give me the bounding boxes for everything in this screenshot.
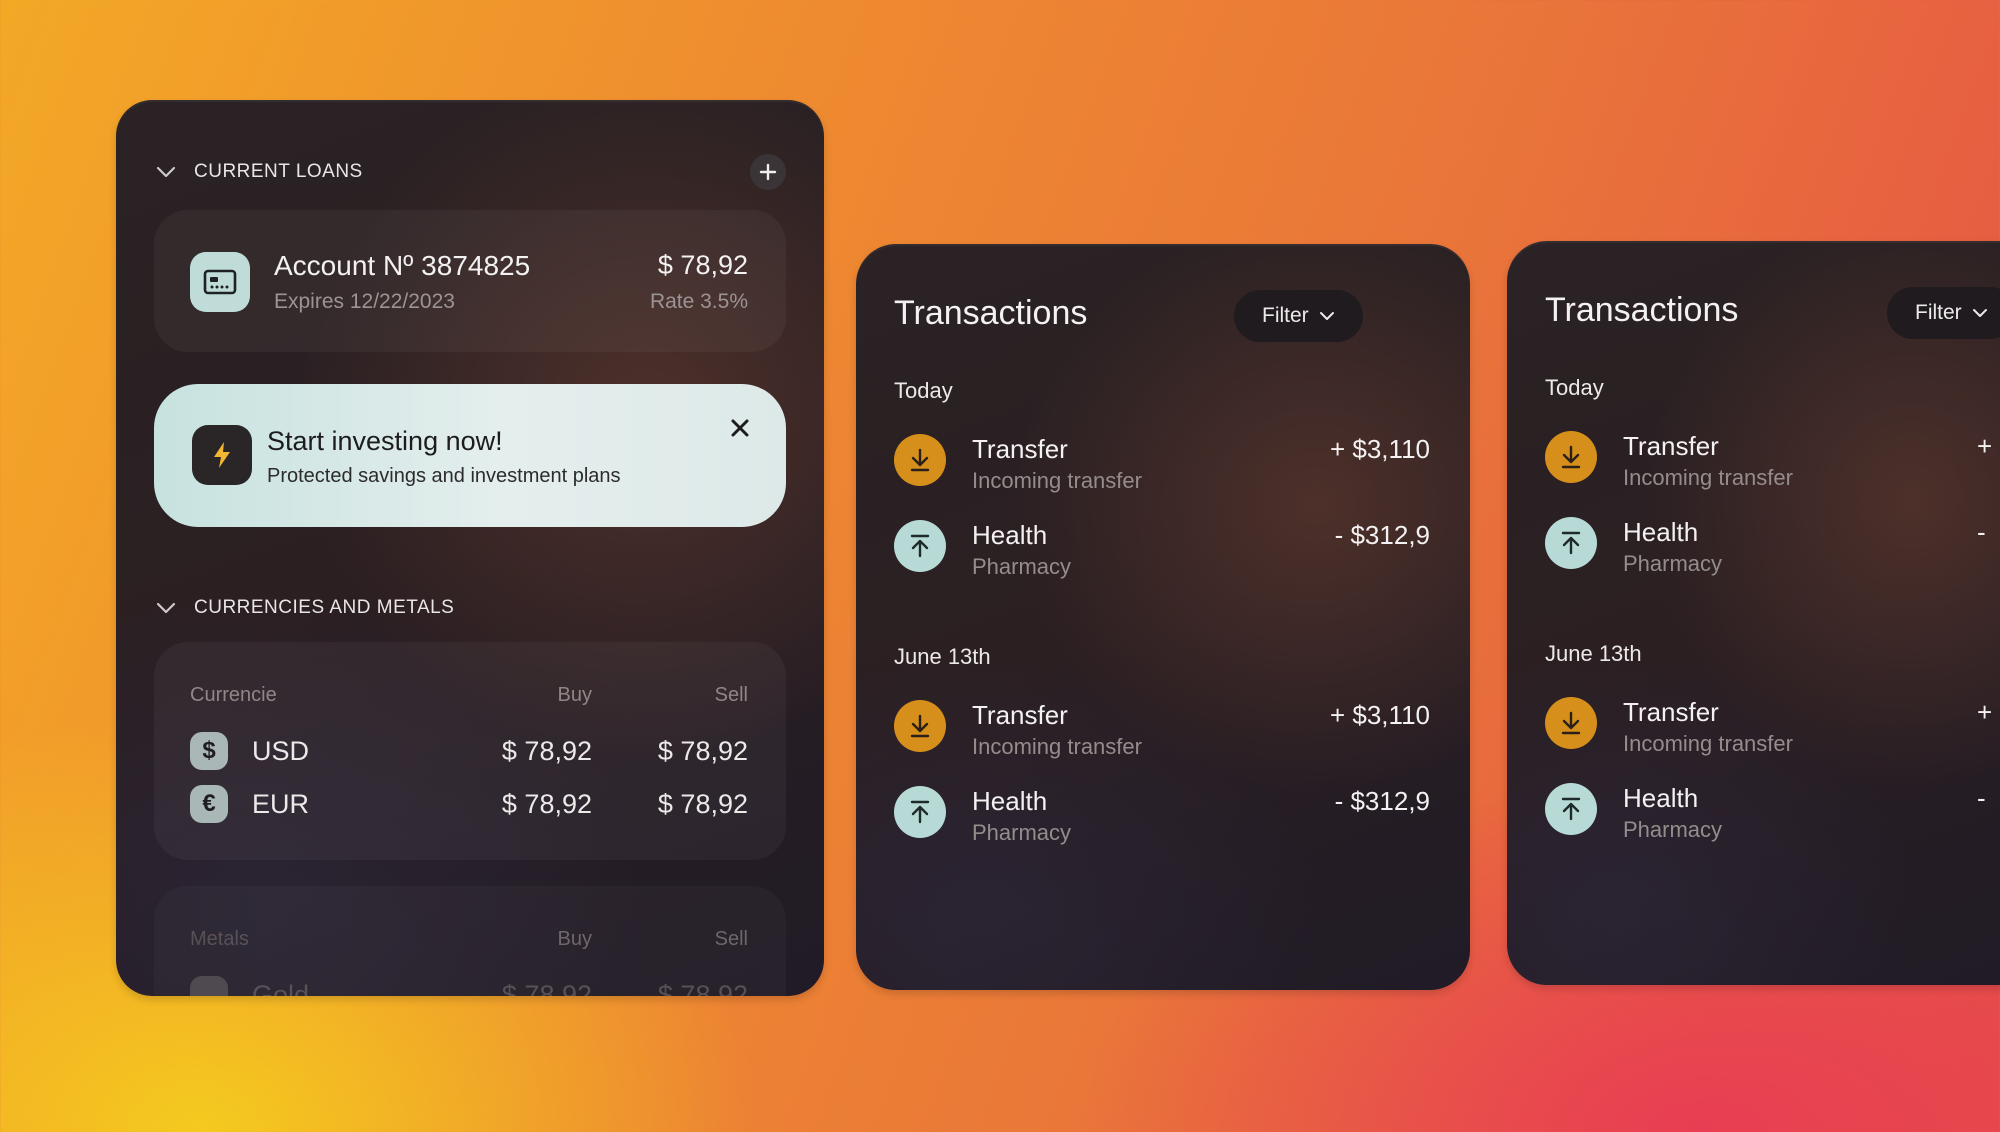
transaction-row[interactable]: Transfer Incoming transfer + $3,110 [856,700,1470,770]
buy-price: $ 78,92 [501,789,592,819]
currency-code: USD [252,736,310,766]
transaction-name: Transfer [1623,697,1719,727]
transaction-subtitle: Incoming transfer [1623,731,1793,756]
sell-price: $ 78,92 [657,736,748,766]
transaction-name: Health [972,520,1048,550]
column-header-buy: Buy [557,928,592,950]
chevron-down-icon [156,166,176,178]
card-icon [190,252,250,312]
download-icon [894,700,946,752]
dollar-icon: $ [190,732,228,770]
metal-name: Gold [252,980,310,996]
loan-expiry: Expires 12/22/2023 [274,290,455,313]
table-row[interactable]: $ USD $ 78,92 $ 78,92 [154,732,786,772]
loan-account-card[interactable]: Account Nº 3874825 Expires 12/22/2023 $ … [154,210,786,352]
currencies-header[interactable]: CURRENCIES AND METALS [154,596,454,620]
currencies-title: CURRENCIES AND METALS [194,597,455,618]
current-loans-title: CURRENT LOANS [194,161,363,182]
loan-amount: $ 78,92 [657,250,748,280]
transaction-name: Transfer [972,434,1068,464]
sell-price: $ 78,92 [657,789,748,819]
lightning-icon [192,425,252,485]
invest-promo-banner[interactable]: Start investing now! Protected savings a… [154,384,786,527]
download-icon [1545,697,1597,749]
buy-price: $ 78,92 [501,980,592,996]
transaction-amount: + $3,110 [1329,700,1430,730]
transaction-amount: + [1977,431,1993,461]
transaction-amount: - $312,9 [1334,520,1430,550]
transaction-name: Transfer [1623,431,1719,461]
transaction-amount: - $312,9 [1334,786,1430,816]
transaction-subtitle: Pharmacy [1623,551,1723,576]
column-header-currency: Currencie [190,684,277,706]
transaction-row[interactable]: Health Pharmacy - [1507,783,2000,853]
gold-icon [190,976,228,996]
transaction-amount: - [1977,517,1986,547]
sell-price: $ 78,92 [657,980,748,996]
transactions-title: Transactions [894,294,1088,332]
transaction-subtitle: Pharmacy [972,554,1072,579]
column-header-buy: Buy [557,684,592,706]
upload-icon [894,786,946,838]
buy-price: $ 78,92 [501,736,592,766]
filter-label: Filter [1915,301,1962,324]
metals-table: Metals Buy Sell Gold $ 78,92 $ 78,92 [154,886,786,996]
chevron-down-icon [156,602,176,614]
column-header-sell: Sell [714,684,748,706]
promo-subtitle: Protected savings and investment plans [267,465,621,487]
upload-icon [894,520,946,572]
transaction-subtitle: Incoming transfer [972,468,1142,493]
column-header-metals: Metals [190,928,249,950]
group-label-june: June 13th [894,644,991,669]
transaction-row[interactable]: Transfer Incoming transfer + $3,110 [856,434,1470,504]
filter-button[interactable]: Filter [1234,290,1363,342]
transaction-subtitle: Incoming transfer [972,734,1142,759]
group-label-june: June 13th [1545,641,1642,666]
transaction-subtitle: Pharmacy [972,820,1072,845]
transaction-name: Health [1623,783,1699,813]
plus-icon [759,163,777,181]
transaction-subtitle: Pharmacy [1623,817,1723,842]
group-label-today: Today [1545,375,1604,400]
transactions-title: Transactions [1545,291,1739,329]
close-promo-button[interactable] [726,414,754,442]
add-loan-button[interactable] [750,154,786,190]
transactions-panel: Transactions Filter Today Transfer Incom… [856,244,1470,990]
transaction-row[interactable]: Transfer Incoming transfer + [1507,697,2000,767]
transaction-name: Transfer [972,700,1068,730]
filter-button[interactable]: Filter [1887,287,2000,339]
chevron-down-icon [1319,312,1334,320]
transaction-row[interactable]: Health Pharmacy - $312,9 [856,786,1470,856]
transaction-amount: + [1977,697,1993,727]
loan-account-title: Account Nº 3874825 [274,250,531,281]
loan-rate: Rate 3.5% [649,290,748,313]
table-row[interactable]: € EUR $ 78,92 $ 78,92 [154,785,786,825]
close-icon [731,419,749,437]
chevron-down-icon [1972,309,1987,317]
download-icon [894,434,946,486]
promo-title: Start investing now! [267,426,503,456]
upload-icon [1545,517,1597,569]
transaction-row[interactable]: Health Pharmacy - [1507,517,2000,587]
transaction-name: Health [1623,517,1699,547]
currency-code: EUR [252,789,310,819]
transaction-row[interactable]: Transfer Incoming transfer + [1507,431,2000,501]
column-header-sell: Sell [714,928,748,950]
transaction-amount: - [1977,783,1986,813]
download-icon [1545,431,1597,483]
current-loans-header[interactable]: CURRENT LOANS [154,160,363,184]
filter-label: Filter [1262,304,1309,327]
upload-icon [1545,783,1597,835]
euro-icon: € [190,785,228,823]
transaction-subtitle: Incoming transfer [1623,465,1793,490]
transaction-name: Health [972,786,1048,816]
transaction-row[interactable]: Health Pharmacy - $312,9 [856,520,1470,590]
table-row[interactable]: Gold $ 78,92 $ 78,92 [154,976,786,996]
transactions-panel-secondary: Transactions Filter Today Transfer Incom… [1507,241,2000,985]
group-label-today: Today [894,378,953,403]
loans-panel: CURRENT LOANS Account Nº 3874825 Expires… [116,100,824,996]
currencies-table: Currencie Buy Sell $ USD $ 78,92 $ 78,92… [154,642,786,860]
transaction-amount: + $3,110 [1329,434,1430,464]
